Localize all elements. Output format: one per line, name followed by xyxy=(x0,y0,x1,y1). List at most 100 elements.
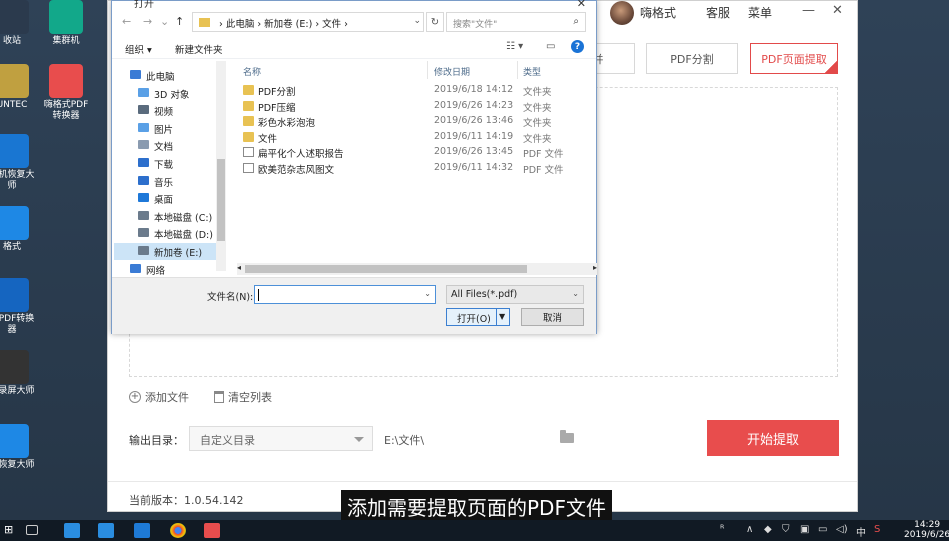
tree-scrollbar[interactable] xyxy=(216,61,226,271)
file-name: 扁平化个人述职报告 xyxy=(258,149,344,160)
open-button[interactable]: 打开(O) ▼ xyxy=(446,308,510,326)
column-divider[interactable] xyxy=(427,61,428,79)
tree-item[interactable]: 本地磁盘 (C:) xyxy=(114,208,226,225)
task-view-icon[interactable] xyxy=(26,525,38,535)
desktop-icon[interactable]: 格式 xyxy=(0,206,38,253)
network-icon[interactable]: ▭ xyxy=(818,524,827,535)
output-path: E:\文件\ xyxy=(384,434,425,447)
dropdown-arrow-icon[interactable]: ▼ xyxy=(499,312,505,321)
tab-pdf-page-extract[interactable]: PDF页面提取 xyxy=(750,43,838,74)
column-divider[interactable] xyxy=(517,61,518,79)
desktop-icon[interactable]: 集群机 xyxy=(40,0,92,47)
edge-icon[interactable] xyxy=(134,523,150,538)
menu-link[interactable]: 菜单 xyxy=(748,4,772,21)
tree-item[interactable]: 文档 xyxy=(114,137,226,154)
tree-item[interactable]: 视频 xyxy=(114,102,226,119)
close-icon[interactable]: ✕ xyxy=(577,0,586,10)
scroll-left-icon[interactable]: ◂ xyxy=(237,263,241,272)
chrome-icon[interactable] xyxy=(170,523,186,538)
filename-input[interactable]: ⌄ xyxy=(254,285,436,304)
tree-item[interactable]: 本地磁盘 (D:) xyxy=(114,225,226,242)
tree-item[interactable]: 桌面 xyxy=(114,190,226,207)
clear-list-button[interactable]: 清空列表 xyxy=(214,389,272,405)
file-row[interactable]: 扁平化个人述职报告 2019/6/26 13:45 PDF 文件 xyxy=(237,145,577,160)
forward-arrow-icon[interactable]: → xyxy=(143,15,152,28)
people-icon[interactable]: ᴿ xyxy=(720,524,724,535)
desktop-icon[interactable]: 手机恢复大师 xyxy=(0,134,38,192)
file-row[interactable]: 欧美范杂志风图文 2019/6/11 14:32 PDF 文件 xyxy=(237,161,577,176)
chevron-down-icon[interactable]: ⌄ xyxy=(413,16,421,26)
folder-icon[interactable] xyxy=(560,430,574,443)
desktop-icon[interactable]: UNTEC xyxy=(0,64,38,111)
shield-icon[interactable]: ⛉ xyxy=(782,524,790,535)
tree-item[interactable]: 此电脑 xyxy=(114,67,226,84)
add-file-button[interactable]: + 添加文件 xyxy=(129,389,189,405)
chevron-down-icon[interactable]: ⌄ xyxy=(424,289,431,298)
tree-item[interactable]: 网络 xyxy=(114,261,226,278)
app-icon xyxy=(49,0,83,34)
output-dir-select[interactable]: 自定义目录 xyxy=(189,426,373,451)
clock-time: 14:29 xyxy=(914,520,941,530)
volume-icon[interactable]: ◁) xyxy=(836,524,848,535)
cancel-button[interactable]: 取消 xyxy=(521,308,584,326)
ime-icon[interactable]: S xyxy=(874,524,880,535)
file-row[interactable]: 文件 2019/6/11 14:19 文件夹 xyxy=(237,130,577,145)
scroll-right-icon[interactable]: ▸ xyxy=(593,263,597,272)
pdf-app-taskbar-icon[interactable] xyxy=(204,523,220,538)
column-header-type[interactable]: 类型 xyxy=(523,65,541,78)
app-icon xyxy=(0,206,29,240)
back-arrow-icon[interactable]: ← xyxy=(122,15,131,28)
input-language[interactable]: 中 xyxy=(856,524,866,539)
clock[interactable]: 14:29 2019/6/26 xyxy=(904,520,949,540)
tree-item-label: 此电脑 xyxy=(146,72,175,83)
chevron-up-icon[interactable]: ∧ xyxy=(746,524,753,535)
minimize-icon[interactable]: — xyxy=(802,3,815,18)
search-input[interactable]: 搜索"文件" ⌕ xyxy=(446,12,586,32)
new-folder-button[interactable]: 新建文件夹 xyxy=(175,42,223,56)
tree-item[interactable]: 图片 xyxy=(114,120,226,137)
desktop-icon[interactable]: 收站 xyxy=(0,0,38,47)
file-name: 文件 xyxy=(258,133,278,145)
horizontal-scrollbar[interactable]: ◂ ▸ xyxy=(237,263,597,275)
tree-item[interactable]: 下载 xyxy=(114,155,226,172)
user-name[interactable]: 嗨格式 xyxy=(640,4,676,21)
up-arrow-icon[interactable]: ↑ xyxy=(175,15,184,28)
desktop-icon[interactable]: 嗨格式PDF转换器 xyxy=(40,64,92,122)
help-icon[interactable]: ? xyxy=(571,40,584,53)
tray-icon[interactable]: ▣ xyxy=(800,524,809,535)
desktop-icon[interactable]: 式录屏大师 xyxy=(0,350,38,397)
file-row[interactable]: PDF压缩 2019/6/26 14:23 文件夹 xyxy=(237,99,577,114)
plus-circle-icon: + xyxy=(129,391,141,403)
filetype-select[interactable]: All Files(*.pdf) ⌄ xyxy=(446,285,584,304)
scrollbar-thumb[interactable] xyxy=(217,159,225,241)
tree-item-label: 3D 对象 xyxy=(154,89,190,101)
column-header-date[interactable]: 修改日期 xyxy=(434,65,470,78)
desktop-icon[interactable]: 据恢复大师 xyxy=(0,424,38,471)
trash-icon xyxy=(214,391,224,403)
preview-pane-icon[interactable]: ▭ xyxy=(546,41,555,52)
start-extract-button[interactable]: 开始提取 xyxy=(707,420,839,456)
file-row[interactable]: 彩色水彩泡泡 2019/6/26 13:46 文件夹 xyxy=(237,114,577,129)
column-header-name[interactable]: 名称 xyxy=(243,65,261,78)
start-icon[interactable]: ⊞ xyxy=(4,523,20,538)
app-icon[interactable] xyxy=(64,523,80,538)
refresh-button[interactable]: ↻ xyxy=(426,12,444,32)
recent-dropdown-icon[interactable]: ⌄ xyxy=(160,15,169,28)
tab-pdf-split[interactable]: PDF分割 xyxy=(646,43,738,74)
organize-button[interactable]: 组织 ▾ xyxy=(125,42,152,56)
close-icon[interactable]: ✕ xyxy=(832,3,843,18)
desktop-icon[interactable]: 式PDF转换器 xyxy=(0,278,38,336)
view-options-icon[interactable]: ☷ ▾ xyxy=(506,41,523,52)
tree-item[interactable]: 3D 对象 xyxy=(114,85,226,102)
avatar[interactable] xyxy=(610,1,634,25)
file-date: 2019/6/26 13:46 xyxy=(434,115,514,126)
tree-item[interactable]: 音乐 xyxy=(114,173,226,190)
output-dir-select-value: 自定义目录 xyxy=(200,434,255,447)
customer-service-link[interactable]: 客服 xyxy=(706,4,730,21)
tray-icon[interactable]: ◆ xyxy=(764,524,772,535)
scrollbar-thumb[interactable] xyxy=(245,265,527,273)
address-bar[interactable]: › 此电脑 › 新加卷 (E:) › 文件 › ⌄ xyxy=(192,12,424,32)
app-icon[interactable] xyxy=(98,523,114,538)
file-row[interactable]: PDF分割 2019/6/18 14:12 文件夹 xyxy=(237,83,577,98)
tree-item[interactable]: 新加卷 (E:) xyxy=(114,243,226,260)
